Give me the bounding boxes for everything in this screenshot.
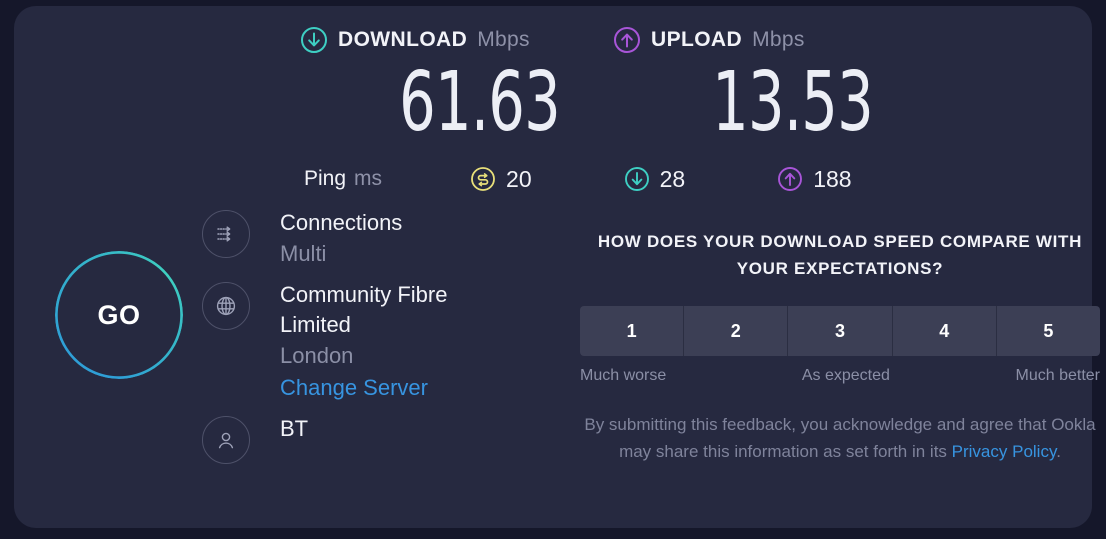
isp-row[interactable]: BT xyxy=(202,414,522,464)
server-name: Community Fibre Limited xyxy=(280,282,448,337)
isp-name: BT xyxy=(280,416,309,441)
idle-latency-metric: 20 xyxy=(470,166,532,193)
upload-heading: UPLOAD Mbps xyxy=(597,24,887,56)
ping-unit: ms xyxy=(354,167,383,190)
ping-label: Ping xyxy=(304,167,347,190)
ping-row: Ping ms 20 28 188 xyxy=(304,161,852,197)
speed-summary: DOWNLOAD Mbps 61.63 UPLOAD Mbps 13.53 xyxy=(14,6,1092,156)
idle-latency-value: 20 xyxy=(506,165,532,192)
download-speed-block: DOWNLOAD Mbps 61.63 xyxy=(284,24,574,144)
upload-latency-icon xyxy=(778,167,803,191)
result-card: DOWNLOAD Mbps 61.63 UPLOAD Mbps 13.53 Pi… xyxy=(14,6,1100,528)
multi-connection-icon xyxy=(202,210,250,258)
upload-label: UPLOAD xyxy=(651,28,743,51)
upload-arrow-icon xyxy=(614,27,640,53)
download-latency-metric: 28 xyxy=(624,165,686,193)
rating-button-1[interactable]: 1 xyxy=(580,306,685,356)
server-row[interactable]: Community Fibre Limited London Change Se… xyxy=(202,280,522,404)
connection-info-list: Connections Multi Community Fibre Limite… xyxy=(202,208,522,472)
person-icon xyxy=(202,416,250,464)
disclaimer-text-after: . xyxy=(1056,442,1061,461)
upload-latency-metric: 188 xyxy=(777,165,852,193)
download-unit: Mbps xyxy=(477,28,530,51)
scale-label-high: Much better xyxy=(1015,367,1100,384)
go-button-label: GO xyxy=(97,299,141,330)
rating-button-3[interactable]: 3 xyxy=(788,306,893,356)
rating-button-4[interactable]: 4 xyxy=(892,306,997,356)
server-location: London xyxy=(280,343,354,368)
privacy-policy-link[interactable]: Privacy Policy xyxy=(952,442,1057,461)
scale-label-mid: As expected xyxy=(801,367,890,384)
upload-value: 13.53 xyxy=(712,55,874,150)
download-heading: DOWNLOAD Mbps xyxy=(284,24,574,56)
rating-button-2[interactable]: 2 xyxy=(684,306,789,356)
idle-latency-icon xyxy=(471,167,495,191)
download-latency-icon xyxy=(624,167,649,191)
connections-value: Multi xyxy=(280,241,327,266)
upload-latency-value: 188 xyxy=(813,165,852,192)
feedback-question: HOW DOES YOUR DOWNLOAD SPEED COMPARE WIT… xyxy=(597,232,1083,278)
rating-button-5[interactable]: 5 xyxy=(996,306,1100,356)
rating-scale-labels: Much worse As expected Much better xyxy=(580,367,1100,385)
rating-scale: 1 2 3 4 5 xyxy=(580,306,1100,356)
go-button[interactable]: GO xyxy=(55,251,183,379)
connections-title: Connections xyxy=(280,210,403,235)
speedtest-result-screen: DOWNLOAD Mbps 61.63 UPLOAD Mbps 13.53 Pi… xyxy=(0,0,1106,539)
feedback-disclaimer: By submitting this feedback, you acknowl… xyxy=(580,411,1100,465)
download-latency-value: 28 xyxy=(659,165,686,192)
scale-label-low: Much worse xyxy=(580,367,667,384)
connections-row[interactable]: Connections Multi xyxy=(202,208,522,270)
change-server-link[interactable]: Change Server xyxy=(280,372,522,404)
globe-icon xyxy=(202,282,250,330)
download-value: 61.63 xyxy=(399,55,561,150)
upload-speed-block: UPLOAD Mbps 13.53 xyxy=(597,24,887,144)
upload-unit: Mbps xyxy=(752,28,805,51)
feedback-panel: HOW DOES YOUR DOWNLOAD SPEED COMPARE WIT… xyxy=(580,228,1100,465)
download-arrow-icon xyxy=(301,27,327,53)
download-label: DOWNLOAD xyxy=(338,28,468,51)
